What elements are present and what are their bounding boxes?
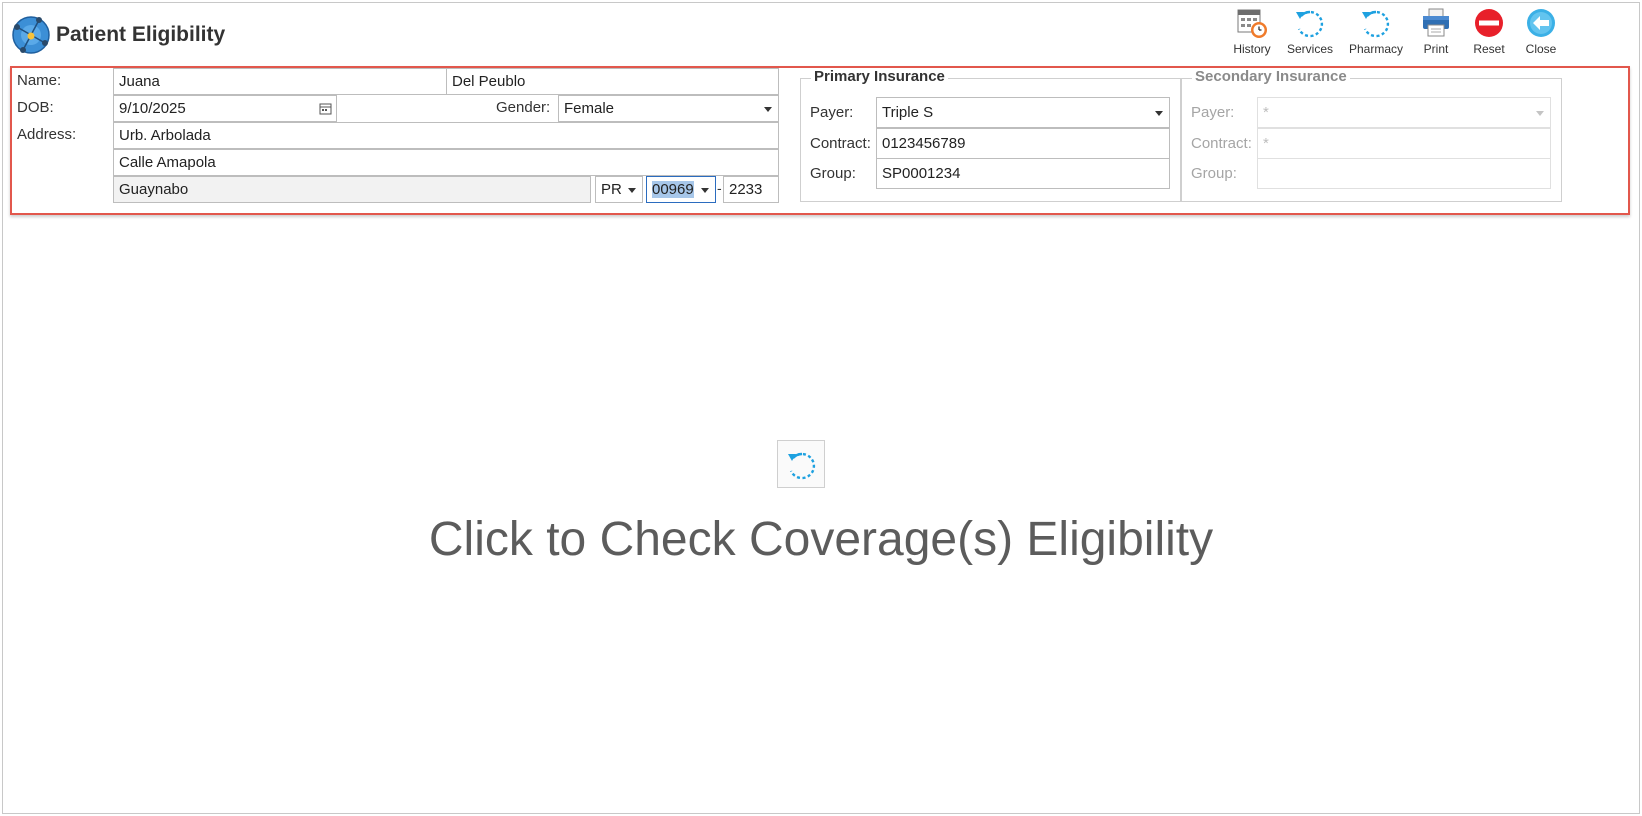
dob-label: DOB:	[17, 99, 54, 116]
primary-group-label: Group:	[810, 165, 856, 182]
dob-field[interactable]: 9/10/2025	[113, 95, 337, 122]
secondary-payer-select[interactable]: *	[1257, 97, 1551, 128]
patient-info-panel: Name: Juana Del Peublo DOB: 9/10/2025 Ge…	[10, 66, 1630, 215]
reset-label: Reset	[1473, 42, 1505, 56]
state-select[interactable]: PR	[595, 176, 643, 203]
zip-value: 00969	[652, 181, 694, 198]
services-button[interactable]: Services	[1283, 7, 1337, 56]
calendar-icon[interactable]	[319, 102, 332, 115]
address-line2-field[interactable]: Calle Amapola	[113, 149, 779, 176]
zip-select[interactable]: 00969	[646, 176, 716, 203]
gender-label: Gender:	[496, 99, 551, 116]
app-logo-icon	[12, 16, 50, 54]
state-value: PR	[601, 181, 622, 198]
pharmacy-refresh-icon	[1362, 10, 1390, 38]
dob-value: 9/10/2025	[119, 100, 186, 117]
close-button[interactable]: Close	[1514, 7, 1568, 56]
zip-extension-field[interactable]: 2233	[723, 176, 779, 203]
secondary-contract-field[interactable]: *	[1257, 128, 1551, 159]
history-label: History	[1233, 42, 1271, 56]
history-button[interactable]: History	[1225, 7, 1279, 56]
print-button[interactable]: Print	[1409, 7, 1463, 56]
primary-insurance-title: Primary Insurance	[811, 68, 948, 85]
primary-contract-field[interactable]: 0123456789	[876, 128, 1170, 159]
services-refresh-icon	[1296, 10, 1324, 38]
last-name-field[interactable]: Del Peublo	[446, 68, 779, 95]
address-label: Address:	[17, 126, 77, 143]
secondary-group-label: Group:	[1191, 165, 1237, 182]
reset-icon	[1475, 9, 1503, 37]
chevron-down-icon	[701, 188, 709, 193]
close-label: Close	[1525, 42, 1557, 56]
refresh-icon	[788, 452, 816, 480]
first-name-field[interactable]: Juana	[113, 68, 448, 95]
city-field[interactable]: Guaynabo	[113, 176, 591, 203]
primary-payer-value: Triple S	[882, 104, 934, 121]
secondary-insurance-title: Secondary Insurance	[1192, 68, 1350, 85]
print-label: Print	[1423, 42, 1449, 56]
reset-button[interactable]: Reset	[1462, 7, 1516, 56]
close-back-arrow-icon	[1527, 9, 1555, 37]
printer-icon	[1423, 8, 1449, 37]
primary-contract-label: Contract:	[810, 135, 871, 152]
primary-group-field[interactable]: SP0001234	[876, 158, 1170, 189]
zip-separator: -	[717, 180, 722, 196]
primary-payer-label: Payer:	[810, 104, 854, 121]
check-eligibility-text[interactable]: Click to Check Coverage(s) Eligibility	[0, 512, 1642, 567]
app-window: Patient Eligibility History Services Pha…	[2, 2, 1640, 814]
check-eligibility-button[interactable]	[777, 440, 825, 488]
history-icon	[1237, 9, 1267, 38]
gender-select[interactable]: Female	[558, 95, 779, 122]
chevron-down-icon	[1536, 111, 1544, 116]
gender-value: Female	[564, 100, 615, 117]
pharmacy-button[interactable]: Pharmacy	[1349, 7, 1403, 56]
name-label: Name:	[17, 72, 62, 89]
secondary-payer-value: *	[1263, 104, 1269, 121]
services-label: Services	[1286, 42, 1333, 56]
secondary-insurance-group: Secondary Insurance Payer: * Contract: *…	[1181, 68, 1562, 202]
address-line1-field[interactable]: Urb. Arbolada	[113, 122, 779, 149]
primary-payer-select[interactable]: Triple S	[876, 97, 1170, 128]
secondary-contract-label: Contract:	[1191, 135, 1252, 152]
chevron-down-icon	[628, 188, 636, 193]
chevron-down-icon	[1155, 111, 1163, 116]
page-title: Patient Eligibility	[56, 23, 226, 46]
primary-insurance-group: Primary Insurance Payer: Triple S Contra…	[800, 68, 1181, 202]
secondary-payer-label: Payer:	[1191, 104, 1235, 121]
chevron-down-icon	[764, 107, 772, 112]
pharmacy-label: Pharmacy	[1349, 42, 1404, 56]
secondary-group-field[interactable]	[1257, 158, 1551, 189]
